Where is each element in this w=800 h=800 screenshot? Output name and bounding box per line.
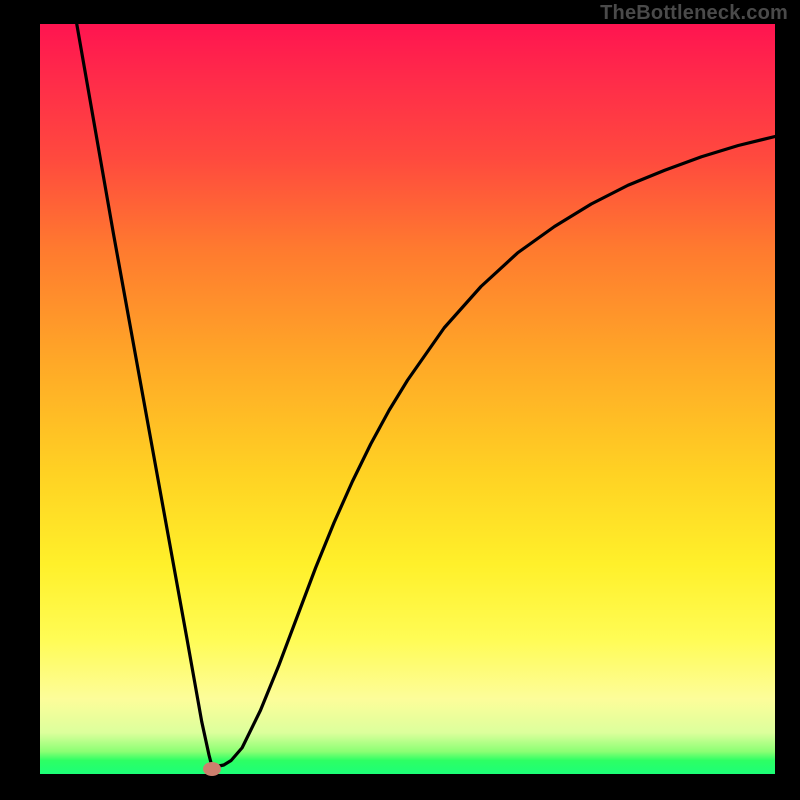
chart-frame: TheBottleneck.com [0, 0, 800, 800]
bottleneck-curve [77, 24, 775, 767]
optimum-marker [203, 762, 221, 776]
plot-area [40, 24, 775, 774]
curve-svg [40, 24, 775, 774]
watermark-text: TheBottleneck.com [600, 2, 788, 25]
